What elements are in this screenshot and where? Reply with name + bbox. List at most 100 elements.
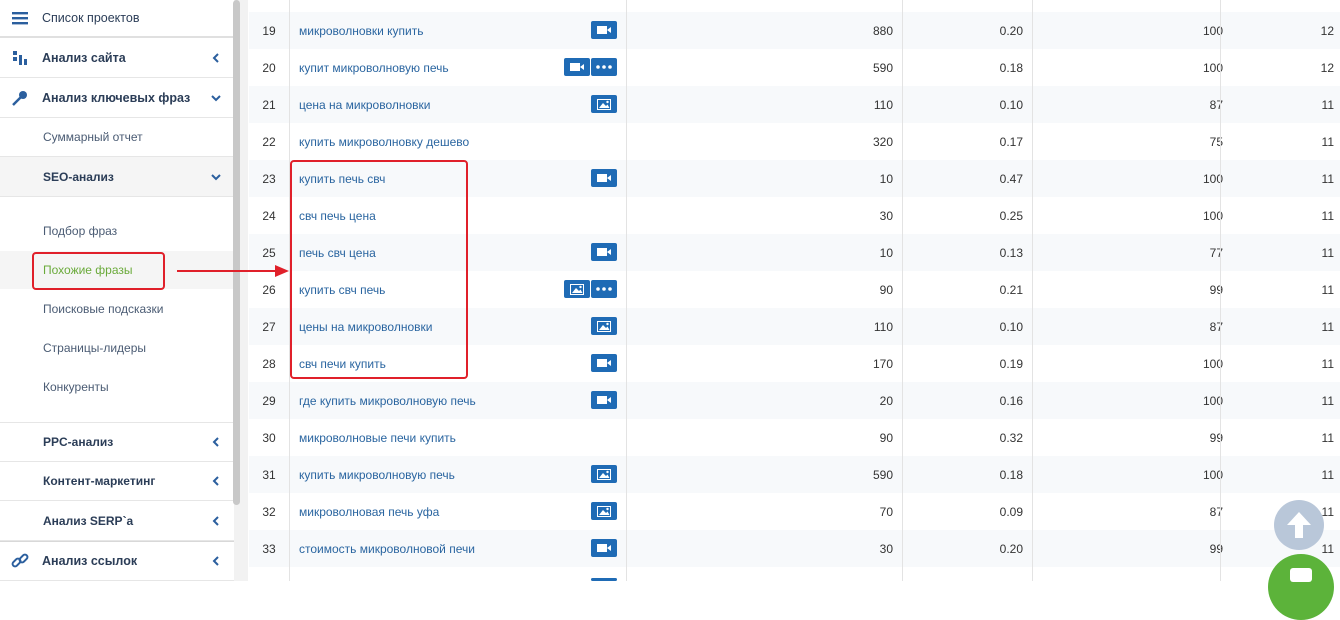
frequency-value: 110 xyxy=(873,98,893,112)
frequency-value: 10 xyxy=(879,172,893,186)
column-divider xyxy=(1220,0,1221,581)
competition-value: 0.16 xyxy=(999,394,1023,408)
image-badge-icon[interactable] xyxy=(591,502,617,520)
image-badge-icon[interactable] xyxy=(591,317,617,335)
image-badge-icon[interactable] xyxy=(591,465,617,483)
row-number: 26 xyxy=(262,283,276,297)
table-row: 19 микроволновки купить 880 0.20 100 12 xyxy=(249,12,1340,49)
sidebar-item-label: Страницы-лидеры xyxy=(43,341,147,355)
keyword-link[interactable]: микроволновая печь уфа xyxy=(299,505,439,519)
keyword-link[interactable]: купит микроволновую печь xyxy=(299,61,449,75)
keyword-link[interactable]: стоимость микроволновой печи xyxy=(299,542,475,556)
serp-feature-badges xyxy=(591,354,617,372)
video-badge-icon[interactable] xyxy=(591,21,617,39)
serp-feature-badges xyxy=(591,243,617,261)
serp-feature-badges xyxy=(591,391,617,409)
video-badge-icon[interactable] xyxy=(564,58,590,76)
sidebar-item-phrase-selection[interactable]: Подбор фраз xyxy=(0,212,234,250)
frequency-value: 590 xyxy=(872,61,893,75)
keyword-link[interactable]: купить микроволновую печь xyxy=(299,468,455,482)
sidebar-item-search-suggestions[interactable]: Поисковые подсказки xyxy=(0,290,234,328)
frequency-value: 880 xyxy=(872,24,893,38)
extra-value: 11 xyxy=(1321,468,1334,482)
scroll-to-top-button[interactable] xyxy=(1274,500,1324,550)
video-badge-icon[interactable] xyxy=(591,391,617,409)
sidebar-item-leader-pages[interactable]: Страницы-лидеры xyxy=(0,329,234,367)
chevron-down-icon xyxy=(211,173,221,180)
keyword-link[interactable]: где купить микроволновую печь xyxy=(299,394,476,408)
extra-value: 11 xyxy=(1321,209,1334,223)
serp-feature-badges xyxy=(591,169,617,187)
extra-value: 11 xyxy=(1321,246,1334,260)
competition-value: 0.20 xyxy=(999,542,1023,556)
extra-value: 11 xyxy=(1321,172,1334,186)
row-number: 21 xyxy=(262,98,276,112)
serp-feature-badges xyxy=(591,539,617,557)
sidebar-item-seo-analysis[interactable]: SEO-анализ xyxy=(0,157,234,197)
competition-value: 0.17 xyxy=(999,135,1023,149)
keyword-link[interactable]: купить микроволновку дешево xyxy=(299,135,469,149)
keyword-link[interactable]: микроволновки купить xyxy=(299,24,424,38)
arrow-up-icon xyxy=(1287,512,1311,538)
row-number: 29 xyxy=(262,394,276,408)
column-divider xyxy=(1032,0,1033,581)
sidebar-scrollbar-thumb[interactable] xyxy=(233,0,240,505)
image-badge-icon[interactable] xyxy=(591,95,617,113)
row-number: 24 xyxy=(262,209,276,223)
competition-value: 0.18 xyxy=(999,468,1023,482)
serp-feature-badges xyxy=(591,21,617,39)
serp-feature-badges xyxy=(591,95,617,113)
row-number: 19 xyxy=(262,24,276,38)
sidebar-item-label: SEO-анализ xyxy=(43,169,114,184)
keyword-link[interactable]: микроволновые печи купить xyxy=(299,431,456,445)
sidebar-item-label: Конкуренты xyxy=(43,380,109,394)
sidebar-item-competitors[interactable]: Конкуренты xyxy=(0,368,234,406)
menu-icon xyxy=(10,8,30,28)
competition-value: 0.13 xyxy=(999,246,1023,260)
video-badge-icon[interactable] xyxy=(591,539,617,557)
sidebar-item-label: Контент-маркетинг xyxy=(43,474,156,488)
keyword-link[interactable]: цена на микроволновки xyxy=(299,98,431,112)
row-number: 20 xyxy=(262,61,276,75)
extra-value: 11 xyxy=(1321,394,1334,408)
row-number: 32 xyxy=(262,505,276,519)
extra-value: 12 xyxy=(1320,61,1334,75)
serp-feature-badges xyxy=(591,502,617,520)
sidebar-item-content-marketing[interactable]: Контент-маркетинг xyxy=(0,462,234,501)
competition-value: 0.21 xyxy=(999,283,1023,297)
video-badge-icon[interactable] xyxy=(591,243,617,261)
more-badge-icon[interactable] xyxy=(591,58,617,76)
frequency-value: 170 xyxy=(872,357,893,371)
serp-feature-badges xyxy=(564,280,617,298)
row-number: 22 xyxy=(262,135,276,149)
sidebar-item-link-analysis[interactable]: Анализ ссылок xyxy=(0,541,234,581)
sidebar-item-ppc-analysis[interactable]: PPC-анализ xyxy=(0,422,234,462)
sidebar-item-project-list[interactable]: Список проектов xyxy=(0,0,234,38)
frequency-value: 90 xyxy=(879,431,893,445)
chevron-left-icon xyxy=(212,53,219,63)
sidebar-item-serp-analysis[interactable]: Анализ SERP`а xyxy=(0,501,234,541)
frequency-value: 590 xyxy=(872,468,893,482)
extra-value: 11 xyxy=(1321,357,1334,371)
sidebar-item-site-analysis[interactable]: Анализ сайта xyxy=(0,39,234,78)
sidebar-item-keyword-analysis[interactable]: Анализ ключевых фраз xyxy=(0,78,234,118)
extra-value: 12 xyxy=(1320,24,1334,38)
serp-feature-badges xyxy=(591,317,617,335)
frequency-value: 10 xyxy=(879,246,893,260)
video-badge-icon[interactable] xyxy=(591,354,617,372)
image-badge-icon[interactable] xyxy=(564,280,590,298)
competition-value: 0.10 xyxy=(999,320,1023,334)
extra-value: 11 xyxy=(1321,98,1334,112)
chat-button[interactable] xyxy=(1268,554,1334,620)
frequency-value: 20 xyxy=(879,394,893,408)
table-row: 32 микроволновая печь уфа 70 0.09 87 11 xyxy=(249,493,1340,530)
sidebar-item-summary-report[interactable]: Суммарный отчет xyxy=(0,118,234,157)
frequency-value: 90 xyxy=(879,283,893,297)
table-row: 31 купить микроволновую печь 590 0.18 100 11 xyxy=(249,456,1340,493)
video-badge-icon[interactable] xyxy=(591,169,617,187)
table-row: 20 купит микроволновую печь 590 0.18 100 12 xyxy=(249,49,1340,86)
more-badge-icon[interactable] xyxy=(591,280,617,298)
key-icon xyxy=(10,88,30,108)
competition-value: 0.18 xyxy=(999,61,1023,75)
highlight-box-menu xyxy=(32,252,165,290)
